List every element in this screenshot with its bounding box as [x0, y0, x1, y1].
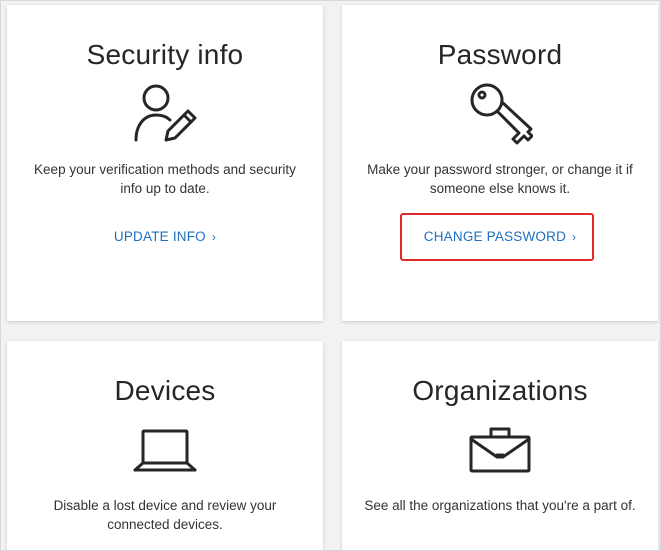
password-description: Make your password stronger, or change i… [367, 162, 633, 196]
key-icon [467, 82, 534, 146]
laptop-icon [132, 425, 198, 489]
password-title: Password [437, 39, 563, 70]
person-edit-icon [132, 82, 198, 146]
update-info-link[interactable]: UPDATE INFO › [7, 229, 323, 244]
change-password-label: CHANGE PASSWORD [423, 229, 567, 244]
chevron-right-icon: › [211, 230, 217, 244]
devices-card: Devices Disable a lost device and review… [7, 341, 323, 550]
briefcase-icon [467, 425, 533, 489]
organizations-card: Organizations See all the organizations … [342, 341, 658, 550]
change-password-link[interactable]: CHANGE PASSWORD › [342, 229, 658, 244]
password-card: Password Make your password stronger, or… [342, 5, 658, 321]
organizations-title: Organizations [412, 375, 588, 406]
account-overview: Security info Keep your verification met… [0, 0, 661, 551]
devices-title: Devices [114, 375, 216, 406]
update-info-label: UPDATE INFO [113, 229, 206, 244]
security-info-card: Security info Keep your verification met… [7, 5, 323, 321]
organizations-description: See all the organizations that you're a … [364, 498, 636, 513]
chevron-right-icon: › [572, 230, 577, 244]
security-info-description: Keep your verification methods and secur… [34, 162, 296, 196]
security-info-title: Security info [86, 39, 244, 70]
devices-description: Disable a lost device and review your co… [53, 498, 277, 532]
